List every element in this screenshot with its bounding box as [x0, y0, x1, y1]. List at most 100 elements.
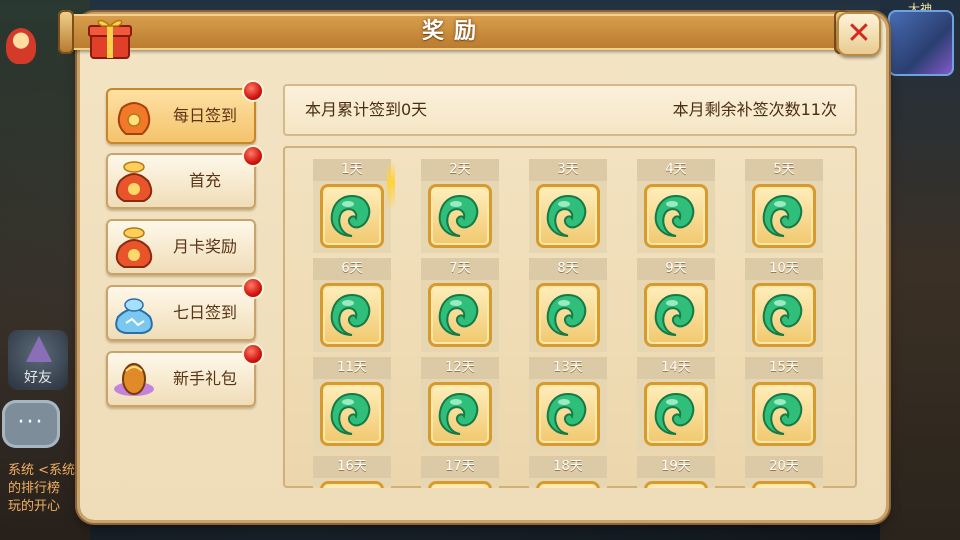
- reward-tile[interactable]: [644, 283, 708, 347]
- day-frame: [745, 379, 823, 451]
- jade-icon: [438, 392, 479, 435]
- crystal-bag-icon: [115, 298, 153, 334]
- day-cell[interactable]: 18天: [529, 456, 607, 488]
- day-cell[interactable]: 16天: [313, 456, 391, 488]
- day-cell[interactable]: 17天: [421, 456, 499, 488]
- day-cell[interactable]: 8天: [529, 258, 607, 352]
- day-frame: [313, 478, 391, 488]
- hero-avatar[interactable]: [888, 10, 954, 76]
- day-frame: [637, 181, 715, 253]
- reward-tile[interactable]: [320, 283, 384, 347]
- reward-tile[interactable]: [428, 283, 492, 347]
- day-cell[interactable]: 19天: [637, 456, 715, 488]
- money-bag-icon: [115, 227, 153, 268]
- reward-tile[interactable]: [752, 283, 816, 347]
- reward-tile[interactable]: [428, 382, 492, 446]
- day-frame: [313, 280, 391, 352]
- reward-tile[interactable]: [320, 481, 384, 488]
- jade-icon: [326, 487, 378, 488]
- day-label: 17天: [421, 456, 499, 478]
- sidebar-item-monthly-card[interactable]: 月卡奖励: [106, 219, 256, 275]
- day-cell[interactable]: 4天: [637, 159, 715, 253]
- day-cell[interactable]: 20天: [745, 456, 823, 488]
- jade-icon: [762, 194, 803, 237]
- reward-tile[interactable]: [428, 184, 492, 248]
- day-frame: [529, 379, 607, 451]
- jade-icon: [330, 392, 371, 435]
- day-cell[interactable]: 11天: [313, 357, 391, 451]
- jade-icon: [654, 293, 695, 336]
- wizard-hat-icon: [26, 336, 52, 362]
- mascot-icon[interactable]: [6, 28, 36, 64]
- day-cell[interactable]: 12天: [421, 357, 499, 451]
- money-bag-icon: [115, 161, 153, 202]
- day-cell[interactable]: 2天: [421, 159, 499, 253]
- jade-icon: [546, 293, 587, 336]
- jade-icon: [762, 293, 803, 336]
- sidebar-item-daily-signin[interactable]: 每日签到: [106, 82, 262, 144]
- day-cell[interactable]: 14天: [637, 357, 715, 451]
- day-frame: [637, 478, 715, 488]
- reward-tile[interactable]: [536, 283, 600, 347]
- day-frame: [421, 280, 499, 352]
- day-cell[interactable]: 13天: [529, 357, 607, 451]
- day-label: 5天: [745, 159, 823, 181]
- reward-tile[interactable]: [644, 382, 708, 446]
- reward-tile[interactable]: [428, 481, 492, 488]
- day-cell[interactable]: 6天: [313, 258, 391, 352]
- makeup-count-text: 本月剩余补签次数11次: [672, 100, 837, 119]
- close-button[interactable]: ✕: [837, 12, 881, 56]
- reward-grid: 1天 2天 3天 4天 5天 6天 7天 8天 9天 10天 11天 12天 13天 14天 15天 16天 1…: [283, 146, 857, 488]
- day-cell[interactable]: 7天: [421, 258, 499, 352]
- jade-icon: [546, 392, 587, 435]
- jade-icon: [438, 194, 479, 237]
- day-cell[interactable]: 3天: [529, 159, 607, 253]
- sidebar-item-first-recharge[interactable]: 首充: [106, 147, 262, 209]
- chat-line: 系统 <系统: [8, 463, 76, 478]
- sidebar-item-seven-day-signin[interactable]: 七日签到: [106, 279, 262, 341]
- day-cell[interactable]: 1天: [313, 159, 395, 253]
- day-cell[interactable]: 5天: [745, 159, 823, 253]
- jade-icon: [546, 194, 587, 237]
- reward-tile[interactable]: [536, 481, 600, 488]
- day-cell[interactable]: 15天: [745, 357, 823, 451]
- sidebar-item-label: 首充: [188, 171, 221, 190]
- day-label: 6天: [313, 258, 391, 280]
- signin-summary: 本月累计签到0天 本月剩余补签次数11次: [283, 84, 857, 136]
- day-frame: [745, 181, 823, 253]
- chat-icon[interactable]: [2, 400, 60, 448]
- day-cell[interactable]: 10天: [745, 258, 823, 352]
- jade-icon: [650, 487, 702, 488]
- reward-tile[interactable]: [752, 184, 816, 248]
- dialog-title: 奖励: [421, 19, 486, 44]
- game-left-hud: [0, 0, 90, 540]
- reward-tile[interactable]: [320, 184, 384, 248]
- day-label: 7天: [421, 258, 499, 280]
- sidebar-item-newbie-pack[interactable]: 新手礼包: [106, 345, 262, 407]
- day-label: 14天: [637, 357, 715, 379]
- chat-preview: 系统 <系统 的排行榜 玩的开心: [8, 462, 88, 516]
- chat-line: 的排行榜: [8, 481, 61, 496]
- day-frame: [421, 379, 499, 451]
- signed-days-text: 本月累计签到0天: [305, 100, 428, 119]
- day-label: 18天: [529, 456, 607, 478]
- jade-icon: [330, 194, 371, 237]
- day-frame: [529, 280, 607, 352]
- notice-dot-icon: [244, 147, 262, 165]
- reward-tile[interactable]: [752, 382, 816, 446]
- reward-tile[interactable]: [536, 184, 600, 248]
- jade-icon: [542, 487, 594, 488]
- day-frame: [745, 280, 823, 352]
- reward-tile[interactable]: [644, 184, 708, 248]
- day-cell[interactable]: 9天: [637, 258, 715, 352]
- chat-line: 玩的开心: [8, 499, 61, 514]
- day-frame: [745, 478, 823, 488]
- reward-tile[interactable]: [752, 481, 816, 488]
- reward-tile[interactable]: [536, 382, 600, 446]
- jade-icon: [758, 487, 810, 488]
- friends-button[interactable]: 好友: [8, 330, 68, 390]
- lucky-bag-icon: [117, 102, 151, 135]
- reward-tile[interactable]: [644, 481, 708, 488]
- reward-tile[interactable]: [320, 382, 384, 446]
- day-label: 16天: [313, 456, 391, 478]
